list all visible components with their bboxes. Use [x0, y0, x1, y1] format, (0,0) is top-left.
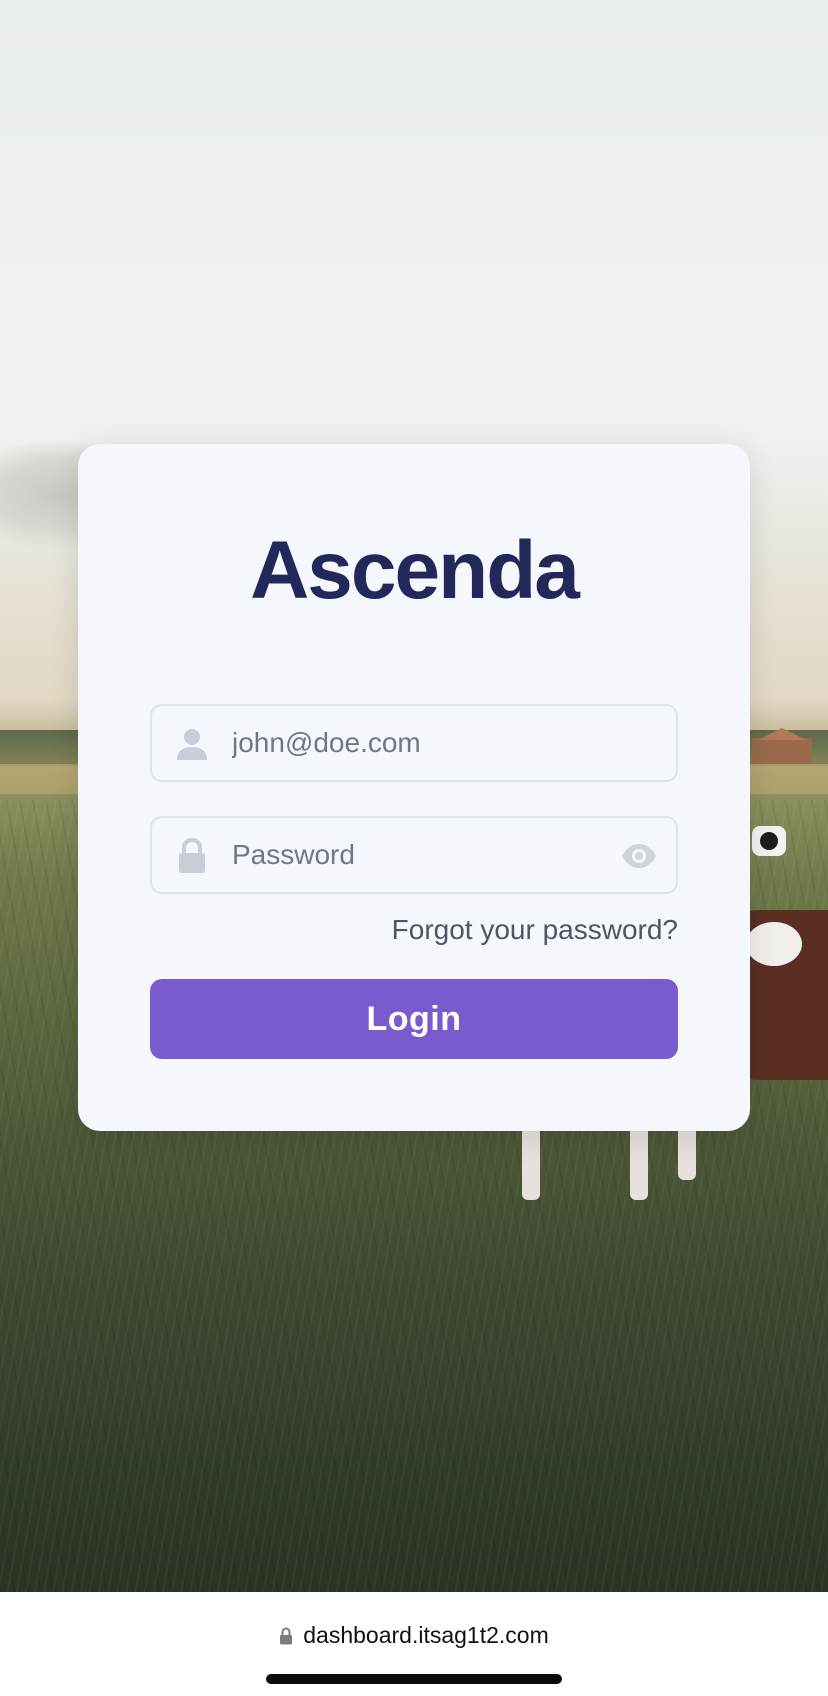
address-bar-url: dashboard.itsag1t2.com [303, 1622, 549, 1648]
password-field[interactable] [150, 816, 678, 894]
eye-icon[interactable] [620, 840, 658, 872]
forgot-password-link[interactable]: Forgot your password? [392, 914, 678, 946]
brand-logo: Ascenda [250, 525, 580, 616]
home-indicator[interactable] [266, 1674, 562, 1684]
browser-bottom-bar: dashboard.itsag1t2.com [0, 1592, 828, 1696]
login-screen: Ascenda Forgot your password? Login dash… [0, 0, 828, 1696]
background-cow-small [752, 826, 786, 856]
email-field[interactable] [150, 704, 678, 782]
email-input[interactable] [232, 706, 592, 780]
address-bar[interactable]: dashboard.itsag1t2.com [0, 1622, 828, 1649]
password-input[interactable] [232, 818, 592, 892]
login-button[interactable]: Login [150, 979, 678, 1059]
background-cow-legs [518, 1120, 708, 1210]
user-icon [177, 729, 207, 760]
background-house [752, 728, 812, 764]
lock-icon [179, 838, 205, 873]
lock-icon [280, 1627, 293, 1645]
